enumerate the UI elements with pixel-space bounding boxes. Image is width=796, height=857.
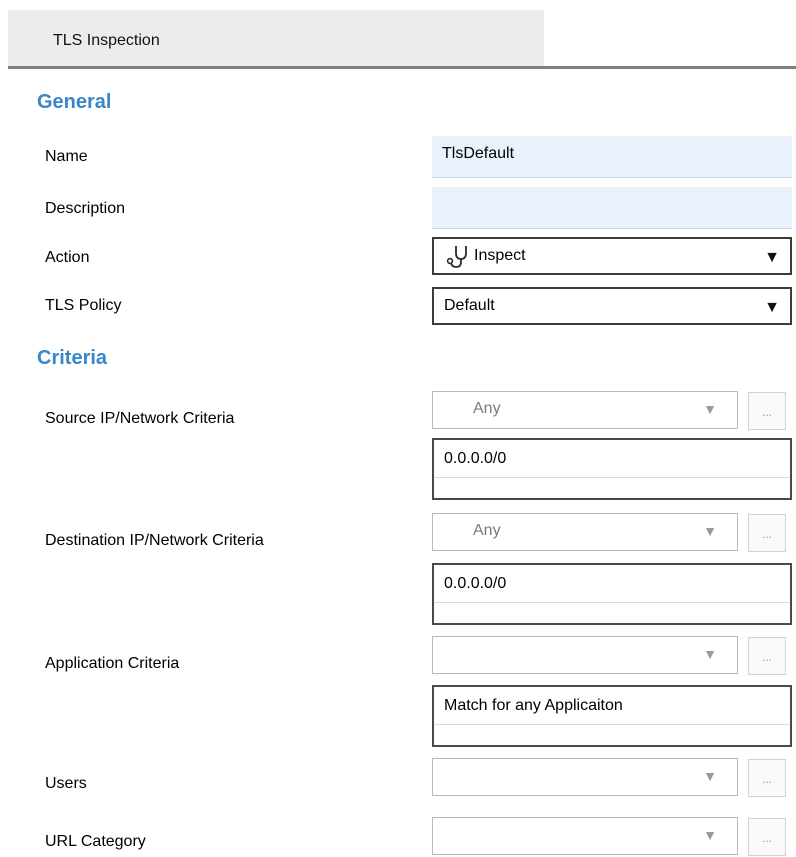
- url-category-browse-button[interactable]: ...: [748, 818, 786, 856]
- tab-label: TLS Inspection: [53, 32, 160, 49]
- url-category-label: URL Category: [45, 833, 146, 850]
- chevron-down-icon: ▼: [703, 646, 717, 662]
- users-browse-button[interactable]: ...: [748, 759, 786, 797]
- application-criteria-combo[interactable]: ▼: [432, 636, 738, 674]
- action-value: Inspect: [474, 247, 526, 264]
- destination-criteria-label: Destination IP/Network Criteria: [45, 532, 264, 549]
- section-heading-criteria: Criteria: [37, 347, 108, 369]
- chevron-down-icon: ▼: [703, 401, 717, 417]
- chevron-down-icon: ▼: [703, 768, 717, 784]
- destination-criteria-value: Any: [473, 522, 501, 539]
- application-criteria-list-item: Match for any Applicaiton: [444, 697, 623, 714]
- tls-policy-select[interactable]: Default ▼: [432, 287, 792, 325]
- list-row-divider: [434, 602, 790, 603]
- stethoscope-icon: [446, 246, 467, 268]
- destination-criteria-combo[interactable]: Any ▼: [432, 513, 738, 551]
- chevron-down-icon: ▼: [764, 249, 780, 266]
- tab-divider: [8, 66, 796, 69]
- users-label: Users: [45, 775, 87, 792]
- chevron-down-icon: ▼: [764, 299, 780, 316]
- application-criteria-label: Application Criteria: [45, 655, 180, 672]
- source-criteria-value: Any: [473, 400, 501, 417]
- list-row-divider: [434, 477, 790, 478]
- source-criteria-browse-button[interactable]: ...: [748, 392, 786, 430]
- tls-policy-label: TLS Policy: [45, 297, 122, 314]
- source-criteria-combo[interactable]: Any ▼: [432, 391, 738, 429]
- source-criteria-list[interactable]: 0.0.0.0/0: [432, 438, 792, 500]
- users-combo[interactable]: ▼: [432, 758, 738, 796]
- destination-criteria-browse-button[interactable]: ...: [748, 514, 786, 552]
- chevron-down-icon: ▼: [703, 523, 717, 539]
- chevron-down-icon: ▼: [703, 827, 717, 843]
- name-label: Name: [45, 148, 88, 165]
- application-criteria-list[interactable]: Match for any Applicaiton: [432, 685, 792, 747]
- url-category-combo[interactable]: ▼: [432, 817, 738, 855]
- action-label: Action: [45, 249, 90, 266]
- action-select[interactable]: Inspect ▼: [432, 237, 792, 275]
- destination-criteria-list-item: 0.0.0.0/0: [444, 575, 507, 592]
- source-criteria-label: Source IP/Network Criteria: [45, 410, 235, 427]
- tab-tls-inspection[interactable]: TLS Inspection: [8, 10, 544, 66]
- tls-policy-value: Default: [444, 297, 495, 314]
- description-field[interactable]: [432, 187, 792, 229]
- name-field[interactable]: TlsDefault: [432, 136, 792, 178]
- list-row-divider: [434, 724, 790, 725]
- source-criteria-list-item: 0.0.0.0/0: [444, 450, 507, 467]
- destination-criteria-list[interactable]: 0.0.0.0/0: [432, 563, 792, 625]
- description-label: Description: [45, 200, 126, 217]
- section-heading-general: General: [37, 91, 112, 113]
- application-criteria-browse-button[interactable]: ...: [748, 637, 786, 675]
